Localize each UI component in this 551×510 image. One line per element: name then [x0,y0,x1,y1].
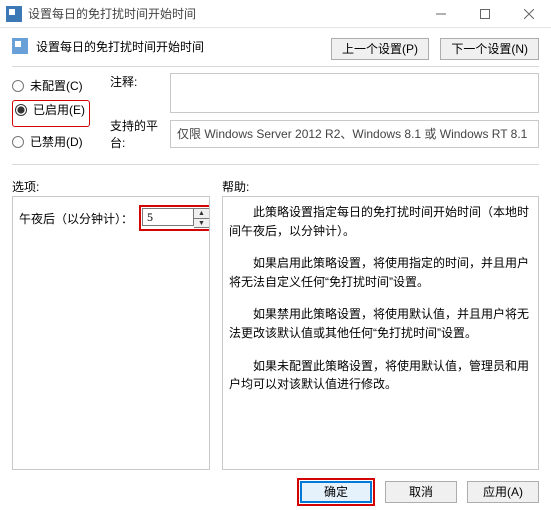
platform-label: 支持的平台: [110,117,170,151]
radio-disabled-label: 已禁用(D) [30,133,83,150]
page-title: 设置每日的免打扰时间开始时间 [36,36,331,55]
config-section: 未配置(C) 已启用(E) 已禁用(D) 注释: 支持的平台: 仅限 Windo… [0,71,551,160]
help-paragraph-2: 如果启用此策略设置，将使用指定的时间，并且用户将无法自定义任何“免打扰时间”设置… [229,254,532,291]
radio-unconfigured-label: 未配置(C) [30,77,83,94]
options-panel: 午夜后（以分钟计）： ▲ ▼ [12,196,210,470]
ok-button[interactable]: 确定 [300,481,372,503]
minimize-button[interactable] [419,0,463,27]
app-icon [6,6,22,22]
next-setting-button[interactable]: 下一个设置(N) [440,38,539,60]
meta-section: 注释: 支持的平台: 仅限 Windows Server 2012 R2、Win… [110,73,539,155]
help-paragraph-1: 此策略设置指定每日的免打扰时间开始时间（本地时间午夜后，以分钟计）。 [229,203,532,240]
cancel-button[interactable]: 取消 [385,481,457,503]
apply-button[interactable]: 应用(A) [467,481,539,503]
main-area: 午夜后（以分钟计）： ▲ ▼ 此策略设置指定每日的免打扰时间开始时间（本地时间午… [0,192,551,472]
radio-enabled[interactable]: 已启用(E) [15,101,85,118]
header: 设置每日的免打扰时间开始时间 上一个设置(P) 下一个设置(N) [0,28,551,66]
minutes-step-down[interactable]: ▼ [194,218,210,228]
divider [12,66,539,67]
policy-icon [12,38,28,54]
ok-highlight: 确定 [297,478,375,506]
minutes-label: 午夜后（以分钟计）： [19,210,133,227]
divider-2 [12,164,539,165]
window-controls [419,0,551,27]
radio-disabled[interactable]: 已禁用(D) [12,133,98,150]
radio-disabled-input[interactable] [12,136,24,148]
radio-unconfigured-input[interactable] [12,80,24,92]
help-paragraph-4: 如果未配置此策略设置，将使用默认值，管理员和用户均可以对该默认值进行修改。 [229,357,532,394]
minutes-option-row: 午夜后（以分钟计）： ▲ ▼ [19,205,203,231]
minutes-spinner: ▲ ▼ [139,205,210,231]
help-column: 此策略设置指定每日的免打扰时间开始时间（本地时间午夜后，以分钟计）。 如果启用此… [222,196,539,470]
state-radio-group: 未配置(C) 已启用(E) 已禁用(D) [12,73,98,156]
previous-setting-button[interactable]: 上一个设置(P) [331,38,429,60]
footer: 确定 取消 应用(A) [0,474,551,510]
platform-box: 仅限 Windows Server 2012 R2、Windows 8.1 或 … [170,120,539,148]
minutes-input[interactable] [142,208,194,226]
note-label: 注释: [110,73,170,90]
titlebar: 设置每日的免打扰时间开始时间 [0,0,551,28]
minutes-step-up[interactable]: ▲ [194,208,210,218]
note-textarea[interactable] [170,73,539,113]
close-button[interactable] [507,0,551,27]
maximize-button[interactable] [463,0,507,27]
help-panel: 此策略设置指定每日的免打扰时间开始时间（本地时间午夜后，以分钟计）。 如果启用此… [222,196,539,470]
help-paragraph-3: 如果禁用此策略设置，将使用默认值，并且用户将无法更改该默认值或其他任何“免打扰时… [229,305,532,342]
radio-enabled-label: 已启用(E) [33,101,85,118]
window-title: 设置每日的免打扰时间开始时间 [28,5,419,22]
radio-unconfigured[interactable]: 未配置(C) [12,77,98,94]
options-column: 午夜后（以分钟计）： ▲ ▼ [12,196,210,470]
radio-enabled-input[interactable] [15,104,27,116]
